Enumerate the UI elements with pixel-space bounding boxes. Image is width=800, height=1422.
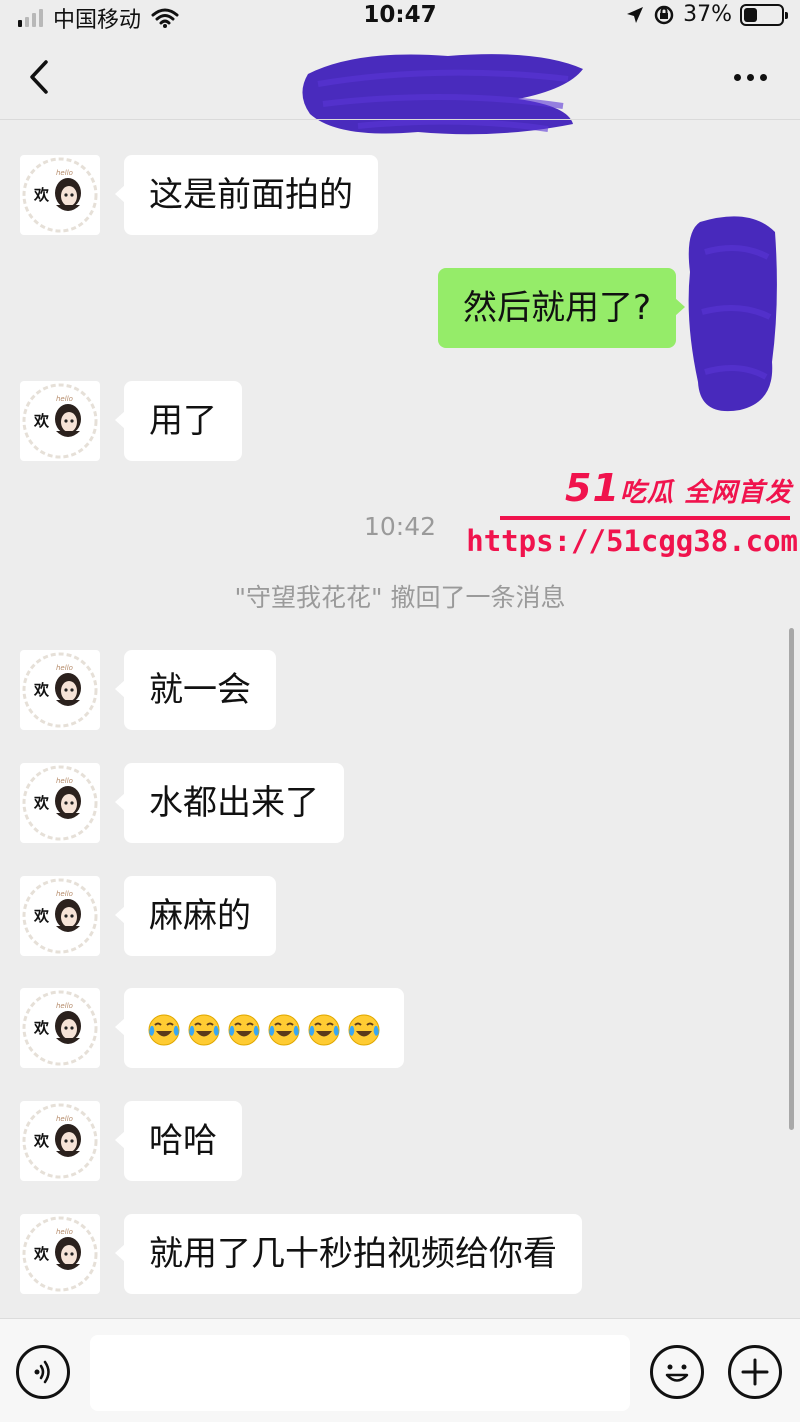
message-text: 这是前面拍的	[149, 175, 353, 215]
message-text: 水都出来了	[149, 783, 319, 823]
message-bubble-incoming[interactable]: 就一会	[115, 650, 276, 730]
message-text: 就用了几十秒拍视频给你看	[149, 1234, 557, 1274]
contact-avatar[interactable]: 欢 hello	[20, 1101, 100, 1181]
svg-text:hello: hello	[56, 395, 73, 403]
watermark-brand-number: 51	[565, 466, 620, 510]
plus-circle-icon	[741, 1358, 769, 1386]
message-bubble-incoming[interactable]: 这是前面拍的	[115, 155, 378, 235]
scrollbar[interactable]	[789, 628, 794, 1130]
avatar-illustration: 欢 hello	[22, 1216, 98, 1292]
crying-laughing-face-icon	[148, 1014, 180, 1045]
message-text: 麻麻的	[149, 896, 251, 936]
svg-text:欢: 欢	[33, 412, 50, 430]
avatar-illustration: 欢 hello	[22, 157, 98, 233]
svg-text:欢: 欢	[33, 1132, 50, 1150]
crying-laughing-face-icon	[268, 1014, 300, 1045]
svg-text:欢: 欢	[33, 794, 50, 812]
svg-text:hello: hello	[56, 1002, 73, 1010]
contact-avatar[interactable]: 欢 hello	[20, 1214, 100, 1294]
svg-text:hello: hello	[56, 1228, 73, 1236]
crying-laughing-face-icon	[348, 1014, 380, 1045]
message-bubble-incoming[interactable]: 就用了几十秒拍视频给你看	[115, 1214, 582, 1294]
avatar-illustration: 欢 hello	[22, 765, 98, 841]
contact-avatar[interactable]: 欢 hello	[20, 876, 100, 956]
battery-percent: 37%	[683, 2, 732, 27]
voice-icon	[34, 1360, 50, 1384]
watermark-brand-text: 吃瓜 全网首发	[619, 478, 792, 508]
chat-area: 欢 hello 这是前面拍的 然后就用了? 欢 hello 用了 51吃瓜 全网…	[0, 120, 800, 1318]
contact-avatar[interactable]: 欢 hello	[20, 381, 100, 461]
message-text: 哈哈	[149, 1121, 217, 1161]
avatar-illustration: 欢 hello	[22, 652, 98, 728]
nav-bar	[0, 36, 800, 135]
contact-avatar[interactable]: 欢 hello	[20, 650, 100, 730]
back-button[interactable]	[20, 52, 64, 102]
rotation-lock-icon	[654, 5, 674, 24]
svg-text:欢: 欢	[33, 186, 50, 204]
message-bubble-incoming[interactable]	[115, 988, 404, 1070]
emoji-button[interactable]	[650, 1345, 704, 1399]
svg-text:hello: hello	[56, 169, 73, 177]
message-input[interactable]	[90, 1335, 630, 1411]
message-bubble-incoming[interactable]: 哈哈	[115, 1101, 242, 1181]
avatar-illustration: 欢 hello	[22, 383, 98, 459]
svg-text:hello: hello	[56, 890, 73, 898]
avatar-illustration: 欢 hello	[22, 878, 98, 954]
input-bar	[0, 1318, 800, 1422]
message-bubble-outgoing[interactable]: 然后就用了?	[437, 268, 686, 348]
svg-text:hello: hello	[56, 1115, 73, 1123]
avatar-illustration: 欢 hello	[22, 990, 98, 1066]
battery-icon	[740, 3, 788, 26]
crying-laughing-face-icon	[228, 1014, 260, 1045]
location-icon	[627, 6, 644, 23]
message-text: 然后就用了?	[462, 288, 651, 328]
svg-text:hello: hello	[56, 777, 73, 785]
smiley-icon	[665, 1364, 689, 1382]
message-bubble-incoming[interactable]: 用了	[115, 381, 242, 461]
contact-avatar[interactable]: 欢 hello	[20, 155, 100, 235]
chevron-left-icon	[30, 60, 48, 94]
crying-laughing-face-icon	[188, 1014, 220, 1045]
emoji-group	[146, 990, 382, 1070]
svg-text:欢: 欢	[33, 1245, 50, 1263]
contact-avatar[interactable]: 欢 hello	[20, 988, 100, 1068]
svg-text:欢: 欢	[33, 681, 50, 699]
timestamp-divider: 10:42	[363, 512, 437, 541]
avatar-illustration: 欢 hello	[22, 1103, 98, 1179]
more-options-button[interactable]	[728, 62, 772, 92]
contact-avatar[interactable]: 欢 hello	[20, 763, 100, 843]
message-text: 就一会	[149, 670, 251, 710]
voice-button[interactable]	[16, 1345, 70, 1399]
crying-laughing-face-icon	[308, 1014, 340, 1045]
recall-notice: "守望我花花" 撤回了一条消息	[234, 583, 566, 612]
redaction-scribble-avatar	[688, 216, 777, 412]
more-functions-button[interactable]	[728, 1345, 782, 1399]
ellipsis-icon	[733, 73, 767, 81]
svg-text:hello: hello	[56, 664, 73, 672]
svg-text:欢: 欢	[33, 907, 50, 925]
message-bubble-incoming[interactable]: 水都出来了	[115, 763, 344, 843]
message-bubble-incoming[interactable]: 麻麻的	[115, 876, 276, 956]
status-bar: 中国移动 10:47 37%	[0, 0, 800, 36]
message-text: 用了	[149, 401, 217, 441]
svg-text:欢: 欢	[33, 1019, 50, 1037]
